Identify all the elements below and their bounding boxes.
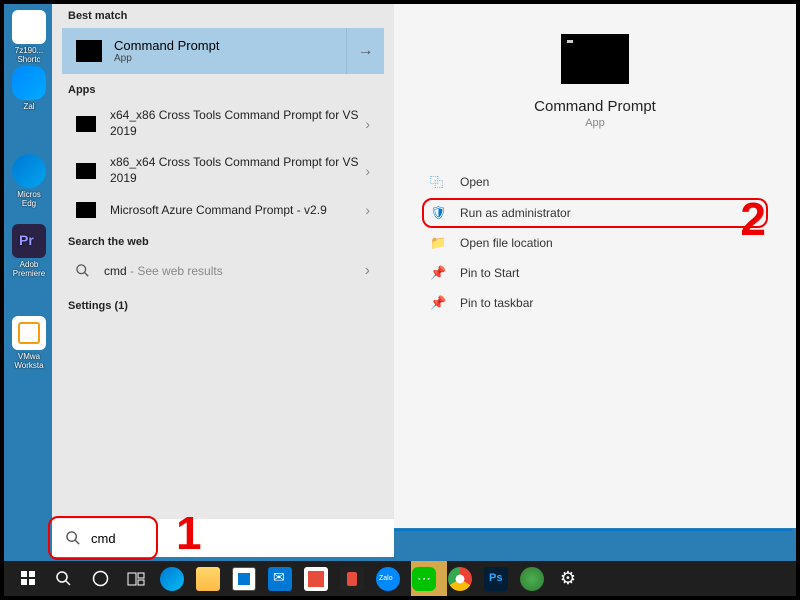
detail-subtitle: App	[394, 117, 796, 129]
annotation-1: 1	[176, 506, 202, 560]
action-open[interactable]: ⿻Open	[422, 165, 768, 198]
web-result[interactable]: cmd - See web results ›	[52, 252, 394, 290]
app-result[interactable]: Microsoft Azure Command Prompt - v2.9 ›	[52, 194, 394, 226]
app-large-icon	[561, 34, 629, 84]
folder-icon	[196, 567, 220, 591]
search-icon	[76, 264, 90, 278]
cmd-icon	[76, 163, 96, 179]
taskbar-explorer[interactable]	[190, 561, 226, 596]
cmd-icon	[76, 202, 96, 218]
chevron-right-icon: ›	[365, 116, 370, 132]
desktop-icon-zalo[interactable]: Zal	[10, 66, 48, 121]
taskbar-green-app[interactable]	[514, 561, 550, 596]
action-run-as-admin[interactable]: 🛡Run as administrator	[422, 198, 768, 228]
gift-icon	[304, 567, 328, 591]
app-result[interactable]: x86_x64 Cross Tools Command Prompt for V…	[52, 147, 394, 194]
desktop-icon-premiere[interactable]: Adob Premiere	[10, 224, 48, 279]
desktop-icon-vmware[interactable]: VMwa Worksta	[10, 316, 48, 371]
windows-icon	[21, 571, 36, 586]
taskbar-photoshop[interactable]	[478, 561, 514, 596]
chevron-right-icon: ›	[365, 262, 370, 280]
taskbar-search-button[interactable]	[46, 561, 82, 596]
search-icon	[66, 531, 81, 546]
chrome-icon	[448, 567, 472, 591]
pin-icon: 📌	[430, 265, 446, 281]
app-result[interactable]: x64_x86 Cross Tools Command Prompt for V…	[52, 100, 394, 147]
action-pin-taskbar[interactable]: 📌Pin to taskbar	[422, 288, 768, 318]
detail-title: Command Prompt	[394, 98, 796, 115]
mail-icon	[268, 567, 292, 591]
folder-icon: 📁	[430, 235, 446, 251]
taskbar-chrome[interactable]	[442, 561, 478, 596]
action-open-location[interactable]: 📁Open file location	[422, 228, 768, 258]
task-view-button[interactable]	[118, 561, 154, 596]
taskbar-settings[interactable]: ⚙	[550, 561, 586, 596]
shield-icon: 🛡	[430, 205, 446, 221]
taskbar: ⚙	[4, 561, 796, 596]
search-web-header: Search the web	[52, 226, 394, 252]
office-icon	[340, 567, 364, 591]
settings-header: Settings (1)	[52, 290, 394, 316]
taskbar-mail[interactable]	[262, 561, 298, 596]
taskbar-search-box[interactable]	[52, 519, 394, 557]
line-icon	[412, 567, 436, 591]
cortana-button[interactable]	[82, 561, 118, 596]
cmd-icon	[76, 116, 96, 132]
start-search-panel: Best match Command Prompt App → Apps x64…	[52, 4, 394, 528]
store-icon	[232, 567, 256, 591]
desktop-icon-7z[interactable]: 7z190... Shortc	[10, 10, 48, 65]
gear-icon: ⚙	[560, 568, 576, 589]
taskbar-office[interactable]	[334, 561, 370, 596]
best-match-subtitle: App	[114, 53, 370, 64]
zalo-icon	[376, 567, 400, 591]
details-panel: Command Prompt App ⿻Open 🛡Run as adminis…	[394, 4, 796, 528]
photoshop-icon	[484, 567, 508, 591]
edge-icon	[160, 567, 184, 591]
taskbar-zalo[interactable]	[370, 561, 406, 596]
action-pin-start[interactable]: 📌Pin to Start	[422, 258, 768, 288]
expand-arrow-button[interactable]: →	[346, 28, 384, 74]
chevron-right-icon: ›	[365, 202, 370, 218]
cmd-icon	[76, 40, 102, 62]
desktop-background: 7z190... Shortc Zal Micros Edg Adob Prem…	[4, 4, 796, 596]
desktop-icon-edge[interactable]: Micros Edg	[10, 154, 48, 209]
taskbar-store[interactable]	[226, 561, 262, 596]
start-button[interactable]	[10, 561, 46, 596]
divider	[394, 529, 792, 531]
taskbar-gift[interactable]	[298, 561, 334, 596]
best-match-result[interactable]: Command Prompt App →	[62, 28, 384, 74]
chevron-right-icon: ›	[365, 163, 370, 179]
best-match-header: Best match	[52, 4, 394, 28]
search-input[interactable]	[91, 531, 380, 546]
best-match-title: Command Prompt	[114, 38, 370, 53]
open-icon: ⿻	[430, 172, 446, 191]
apps-header: Apps	[52, 74, 394, 100]
pin-icon: 📌	[430, 295, 446, 311]
green-icon	[520, 567, 544, 591]
taskbar-edge[interactable]	[154, 561, 190, 596]
annotation-2: 2	[740, 192, 766, 246]
